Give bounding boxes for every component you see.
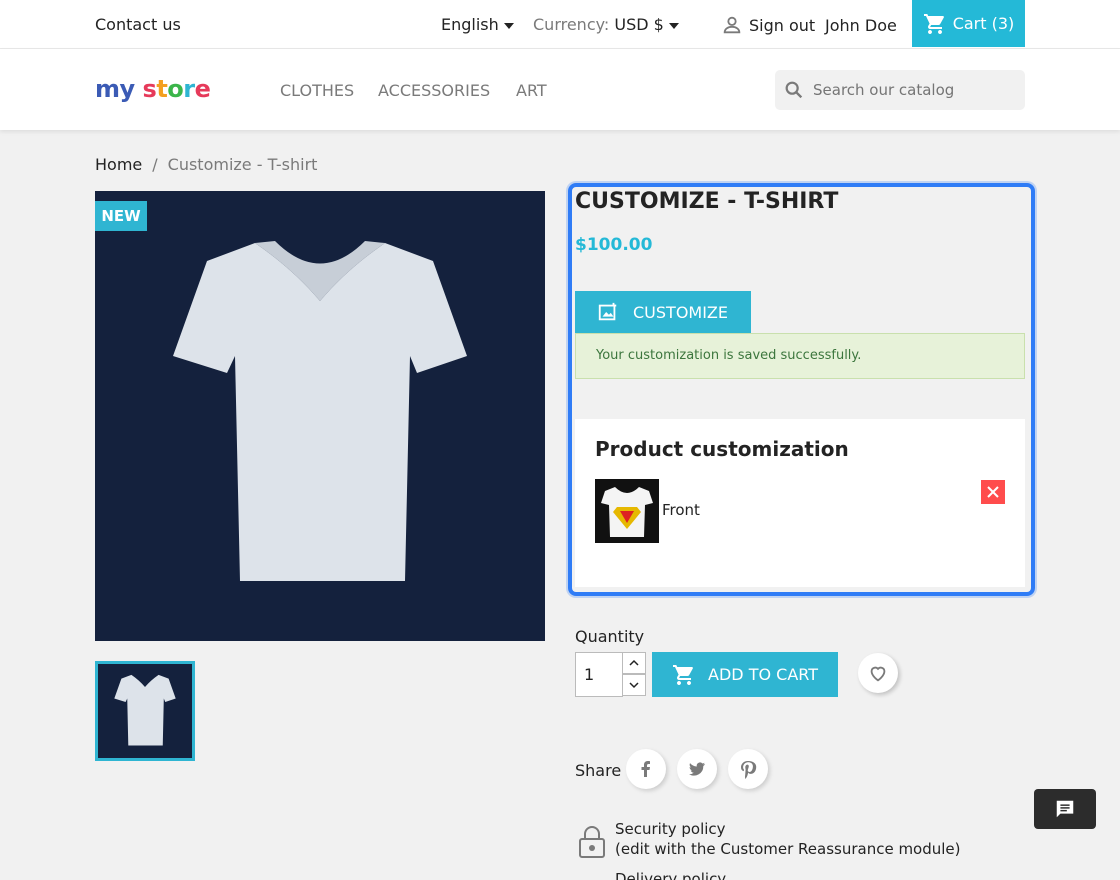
caret-down-icon	[668, 22, 679, 29]
new-badge: NEW	[95, 201, 147, 231]
security-policy-text: Security policy (edit with the Customer …	[615, 819, 995, 859]
caret-down-icon	[503, 22, 514, 29]
quantity-increment-button[interactable]	[622, 652, 646, 674]
breadcrumb: Home / Customize - T-shirt	[95, 155, 317, 174]
quantity-decrement-button[interactable]	[622, 674, 646, 696]
nav-art[interactable]: ART	[516, 81, 547, 100]
twitter-share-button[interactable]	[677, 749, 717, 789]
success-alert-text: Your customization is saved successfully…	[596, 348, 862, 363]
currency-selector[interactable]: Currency: USD $	[533, 15, 679, 34]
cart-count: (3)	[991, 14, 1015, 33]
breadcrumb-current: Customize - T-shirt	[167, 155, 318, 174]
search-icon[interactable]	[783, 79, 805, 101]
customize-label: CUSTOMIZE	[633, 302, 728, 322]
product-thumbnail[interactable]	[95, 661, 195, 761]
search-input[interactable]	[813, 81, 1003, 99]
twitter-icon	[689, 762, 705, 776]
store-logo[interactable]: my store	[95, 75, 211, 103]
search-box	[775, 70, 1025, 110]
lock-icon	[579, 826, 605, 858]
cart-label: Cart	[952, 14, 987, 33]
quantity-input[interactable]	[575, 652, 623, 697]
security-policy-subtitle: (edit with the Customer Reassurance modu…	[615, 840, 961, 858]
chat-button[interactable]	[1034, 789, 1096, 829]
nav-accessories[interactable]: ACCESSORIES	[378, 81, 490, 100]
heart-icon	[870, 666, 886, 682]
chevron-up-icon	[629, 659, 639, 666]
customization-title: Product customization	[595, 437, 849, 461]
user-icon	[723, 16, 741, 34]
product-main-image[interactable]: NEW	[95, 191, 545, 641]
cart-icon	[923, 13, 944, 34]
chevron-down-icon	[629, 682, 639, 689]
add-to-cart-label: ADD TO CART	[708, 665, 818, 684]
customization-label: Front	[662, 501, 700, 519]
product-price: $100.00	[575, 235, 653, 255]
breadcrumb-separator: /	[152, 155, 158, 174]
chat-icon	[1056, 800, 1074, 818]
nav-clothes[interactable]: CLOTHES	[280, 81, 354, 100]
delivery-policy-title: Delivery policy	[615, 870, 727, 880]
sign-out-label: Sign out	[749, 15, 816, 35]
pinterest-icon	[741, 761, 757, 779]
tshirt-image	[173, 241, 467, 581]
success-alert: Your customization is saved successfully…	[575, 333, 1025, 379]
currency-label: Currency:	[533, 15, 610, 34]
security-policy-title: Security policy	[615, 820, 726, 838]
tshirt-thumbnail-image	[114, 674, 176, 746]
superman-tshirt-image	[601, 487, 653, 537]
currency-value: USD $	[614, 15, 664, 34]
product-customization-panel: Product customization Front	[575, 419, 1025, 587]
product-title: CUSTOMIZE - T-SHIRT	[575, 189, 839, 214]
customize-tab[interactable]: CUSTOMIZE	[575, 291, 751, 333]
main-header: my store CLOTHES ACCESSORIES ART	[0, 49, 1120, 130]
language-selector[interactable]: English	[441, 15, 514, 34]
customization-image[interactable]	[595, 479, 659, 543]
pinterest-share-button[interactable]	[728, 749, 768, 789]
cart-button[interactable]: Cart (3)	[912, 0, 1025, 47]
facebook-icon	[641, 761, 650, 777]
quantity-label: Quantity	[575, 627, 645, 646]
close-icon	[987, 486, 999, 498]
top-bar: Contact us English Currency: USD $ Sign …	[0, 0, 1120, 49]
facebook-share-button[interactable]	[626, 749, 666, 789]
language-label: English	[441, 15, 499, 34]
account-link[interactable]: John Doe	[825, 16, 897, 35]
add-to-cart-button[interactable]: ADD TO CART	[652, 652, 838, 697]
wishlist-button[interactable]	[858, 653, 898, 693]
image-customize-icon	[598, 302, 617, 321]
contact-us-link[interactable]: Contact us	[95, 15, 181, 34]
share-label: Share	[575, 761, 622, 780]
remove-customization-button[interactable]	[981, 480, 1005, 504]
breadcrumb-home[interactable]: Home	[95, 155, 142, 174]
sign-out-link[interactable]: Sign out	[721, 14, 815, 36]
cart-icon	[673, 664, 693, 685]
